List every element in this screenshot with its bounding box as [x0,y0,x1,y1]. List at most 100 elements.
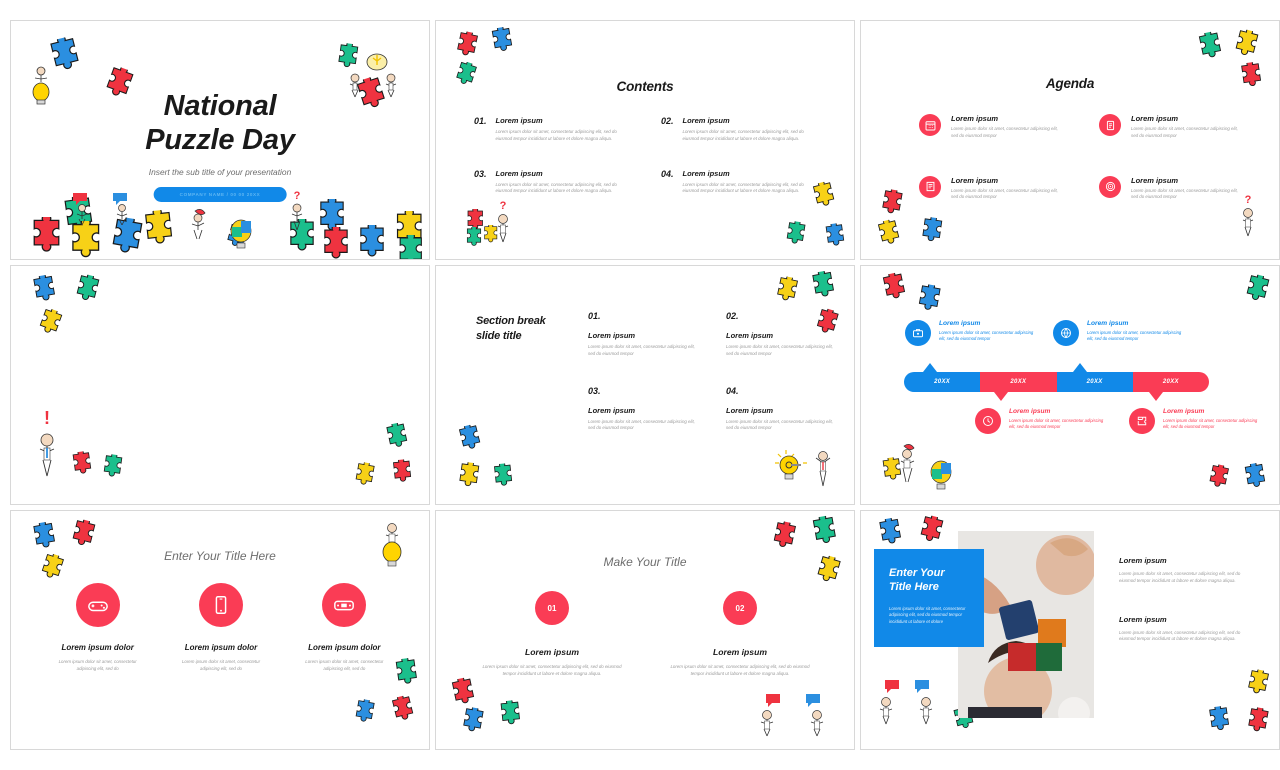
handheld-console-icon [322,583,367,627]
slide-photo-text[interactable]: Enter Your Title Here Lorem ipsum dolor … [860,510,1280,750]
item-heading: Lorem ipsum [1131,175,1179,185]
timeline-node[interactable]: Lorem ipsum Lorem ipsum dolor sit amet, … [1129,408,1259,434]
item-heading: Lorem ipsum [682,116,730,125]
point-heading: Lorem ipsum [525,647,579,657]
slide-contents[interactable]: ? Contents 01. Lorem ipsum Lorem ipsum d… [435,20,855,260]
slide-timeline[interactable]: 20XX 20XX 20XX 20XX Lorem ipsum Lorem ip… [860,265,1280,505]
photo-text-column: Lorem ipsum Lorem ipsum dolor sit amet, … [1119,556,1255,673]
list-item[interactable]: 03. Lorem ipsum Lorem ipsum dolor sit am… [588,386,698,433]
node-heading: Lorem ipsum [1087,320,1129,327]
item-body: Lorem ipsum dolor sit amet, consectetur … [588,344,695,356]
puzzle-piece-blue [345,696,377,729]
puzzle-piece-blue [347,225,387,259]
lightbulb-puzzle-icon [929,458,953,499]
timeline-segment[interactable]: 20XX [904,372,981,392]
timeline-segment[interactable]: 20XX [1132,372,1209,392]
feature-item[interactable]: Lorem ipsum dolor Lorem ipsum dolor sit … [41,583,154,673]
list-item[interactable]: 02. Lorem ipsum Lorem ipsum dolor sit am… [661,116,822,143]
title-line-1: National [163,90,277,122]
node-heading: Lorem ipsum [1163,408,1205,415]
puzzle-piece-blue [816,222,848,254]
puzzle-piece-green [376,421,412,457]
puzzle-piece-blue [911,215,945,249]
timeline-segment[interactable]: 20XX [980,372,1057,392]
puzzle-piece-yellow [868,217,904,254]
puzzle-piece-red [311,227,351,259]
timeline-segment[interactable]: 20XX [1056,372,1133,392]
point-number-badge: 01 [535,591,569,625]
item-heading: Lorem ipsum [495,116,543,125]
puzzle-piece-green [64,270,103,310]
briefcase-icon [905,320,931,346]
item-heading: Lorem ipsum [726,405,774,415]
puzzle-piece-yellow [448,460,482,494]
item-body: Lorem ipsum dolor sit amet, consectetur … [1131,126,1238,138]
question-character-icon: ? [494,199,512,248]
puzzle-piece-blue [452,704,487,740]
feature-body: Lorem ipsum dolor sit amet, consectetur … [58,659,137,671]
puzzle-piece-blue [868,516,905,553]
puzzle-piece-blue [1235,461,1270,497]
timeline-node[interactable]: Lorem ipsum Lorem ipsum dolor sit amet, … [1053,320,1183,346]
point-item[interactable]: 01 Lorem ipsum Lorem ipsum dolor sit ame… [472,591,632,678]
puzzle-piece-green [801,514,840,553]
svg-text:?: ? [294,190,301,202]
point-number-badge: 02 [723,591,757,625]
company-date-badge[interactable]: COMPANY NAME / 00 00 20XX [153,187,287,202]
feature-item[interactable]: Lorem ipsum dolor Lorem ipsum dolor sit … [164,583,277,673]
list-item[interactable]: 01. Lorem ipsum Lorem ipsum dolor sit am… [474,116,635,143]
item-body: Lorem ipsum dolor sit amet, consectetur … [726,344,833,356]
document-icon [1099,114,1121,136]
timeline-pointer-up [1073,363,1087,372]
puzzle-piece-red [1198,461,1231,494]
item-number: 03. [588,385,601,396]
timeline-node[interactable]: Lorem ipsum Lorem ipsum dolor sit amet, … [975,408,1105,434]
block-heading: Lorem ipsum [1119,556,1167,565]
text-block[interactable]: Lorem ipsum Lorem ipsum dolor sit amet, … [1119,615,1255,644]
timeline-pointer-down [1149,392,1163,401]
feature-body: Lorem ipsum dolor sit amet, consectetur … [305,659,384,671]
text-block[interactable]: Lorem ipsum Lorem ipsum dolor sit amet, … [1119,556,1255,585]
slide-agenda[interactable]: ? Agenda Lorem ipsum Lorem ipsum dolor s… [860,20,1280,260]
agenda-item[interactable]: Lorem ipsum Lorem ipsum dolor sit amet, … [919,114,1069,140]
puzzle-piece-red [908,511,947,551]
feature-body: Lorem ipsum dolor sit amet, consectetur … [181,659,261,671]
list-item[interactable]: 03. Lorem ipsum Lorem ipsum dolor sit am… [474,169,635,196]
node-body: Lorem ipsum dolor sit amet, consectetur … [939,330,1034,342]
slide-two-points[interactable]: Make Your Title 01 Lorem ipsum Lorem ips… [435,510,855,750]
puzzle-piece-green [491,699,524,733]
item-number: 03. [474,168,487,179]
slide-section-items[interactable]: Section break slide title 01. Lorem ipsu… [435,265,855,505]
feature-item[interactable]: Lorem ipsum dolor Lorem ipsum dolor sit … [288,583,401,673]
page-title: Make Your Title [603,555,687,569]
agenda-item[interactable]: Lorem ipsum Lorem ipsum dolor sit amet, … [1099,114,1249,140]
list-item[interactable]: 02. Lorem ipsum Lorem ipsum dolor sit am… [726,311,836,358]
slide-title[interactable]: National Puzzle Day Insert the sub title… [10,20,430,260]
box-title-line-2: Title Here [889,581,939,594]
list-item[interactable]: 01. Lorem ipsum Lorem ipsum dolor sit am… [588,311,698,358]
slide-three-features[interactable]: Enter Your Title Here Lorem ipsum dolor … [10,510,430,750]
block-body: Lorem ipsum dolor sit amet, consectetur … [1119,571,1241,583]
timeline-pointer-up [923,363,937,372]
item-heading: Lorem ipsum [951,114,999,123]
puzzle-piece-green [1188,30,1226,68]
point-item[interactable]: 02 Lorem ipsum Lorem ipsum dolor sit ame… [660,591,820,678]
cheering-character-icon [814,444,832,493]
puzzle-piece-blue [482,25,517,61]
timeline-node[interactable]: Lorem ipsum Lorem ipsum dolor sit amet, … [905,320,1035,346]
agenda-item[interactable]: Lorem ipsum Lorem ipsum dolor sit amet, … [1099,175,1249,202]
item-heading: Lorem ipsum [726,331,774,340]
item-body: Lorem ipsum dolor sit amet, consectetur … [1131,187,1238,200]
agenda-item[interactable]: Lorem ipsum Lorem ipsum dolor sit amet, … [919,175,1069,202]
item-body: Lorem ipsum dolor sit amet, consectetur … [495,181,617,194]
speech-bubble-character-icon [758,693,782,742]
puzzle-piece-blue [449,422,485,459]
target-icon [1099,175,1121,198]
item-body: Lorem ipsum dolor sit amet, consectetur … [682,129,804,141]
puzzle-piece-red [871,186,906,222]
points-list: 01 Lorem ipsum Lorem ipsum dolor sit ame… [472,591,820,678]
list-item[interactable]: 04. Lorem ipsum Lorem ipsum dolor sit am… [661,169,822,196]
list-item[interactable]: 04. Lorem ipsum Lorem ipsum dolor sit am… [726,386,836,433]
photo-title-box[interactable]: Enter Your Title Here Lorem ipsum dolor … [874,549,984,647]
slide-section-break[interactable]: ! Section Break Slide Title [10,265,430,505]
